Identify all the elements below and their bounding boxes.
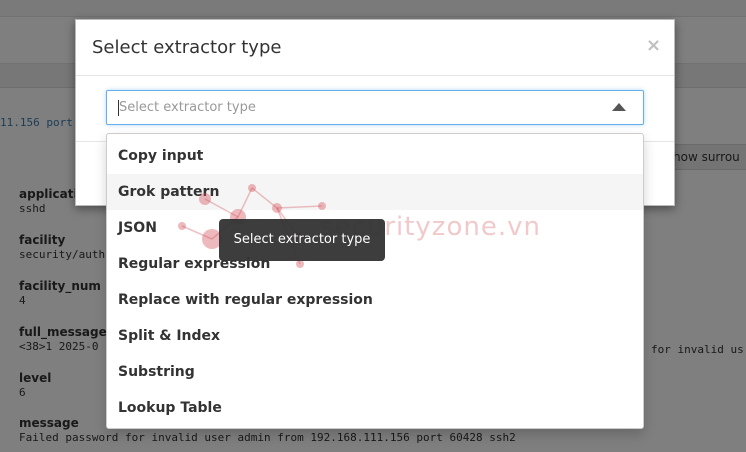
close-icon[interactable]: × <box>646 36 661 56</box>
extractor-type-dropdown: Copy input Grok pattern JSON Regular exp… <box>106 133 644 429</box>
extractor-type-select[interactable]: Select extractor type <box>106 90 644 125</box>
option-substring[interactable]: Substring <box>107 354 643 390</box>
caret-up-icon[interactable] <box>612 103 626 111</box>
select-tooltip: Select extractor type <box>219 219 385 261</box>
option-split-index[interactable]: Split & Index <box>107 318 643 354</box>
option-replace-with-regex[interactable]: Replace with regular expression <box>107 282 643 318</box>
select-placeholder: Select extractor type <box>119 100 256 115</box>
modal-header: Select extractor type × <box>76 20 674 76</box>
modal-title: Select extractor type <box>92 37 282 58</box>
option-lookup-table[interactable]: Lookup Table <box>107 390 643 426</box>
text-cursor <box>118 100 119 116</box>
option-grok-pattern[interactable]: Grok pattern <box>107 174 643 210</box>
option-copy-input[interactable]: Copy input <box>107 138 643 174</box>
